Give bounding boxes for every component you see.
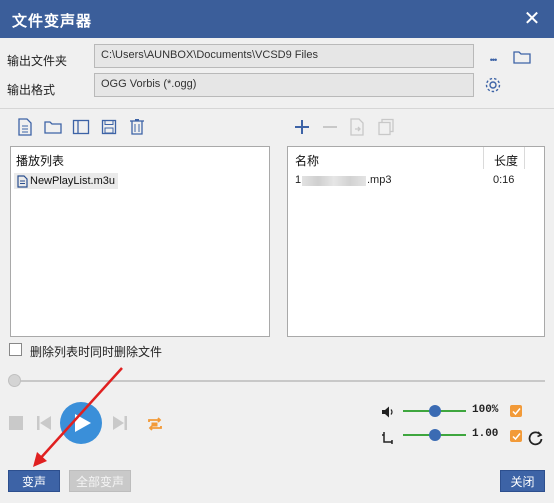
- pitch-icon: [378, 427, 398, 447]
- volume-icon: [378, 402, 398, 422]
- pitch-handle[interactable]: [428, 429, 441, 441]
- morph-button[interactable]: 变声: [8, 470, 60, 492]
- remove-file-icon[interactable]: [320, 117, 340, 137]
- stop-icon[interactable]: [6, 413, 26, 433]
- previous-icon[interactable]: [34, 413, 54, 433]
- seek-track[interactable]: [10, 380, 545, 382]
- open-playlist-icon[interactable]: [43, 117, 63, 137]
- reset-icon[interactable]: [526, 428, 546, 448]
- window-title: 文件变声器: [12, 13, 93, 30]
- add-file-icon[interactable]: [292, 117, 312, 137]
- file-list-panel: 名称 长度 1 .mp3 0:16: [287, 146, 545, 337]
- delete-playlist-icon[interactable]: [127, 117, 147, 137]
- list-item[interactable]: NewPlayList.m3u: [14, 173, 118, 189]
- close-button[interactable]: 关闭: [500, 470, 545, 492]
- output-folder-label: 输出文件夹: [7, 54, 68, 68]
- seek-handle[interactable]: [8, 374, 21, 387]
- playlist-header-label: 播放列表: [16, 154, 65, 168]
- column-name-header[interactable]: 名称: [295, 152, 319, 169]
- delete-files-checkbox[interactable]: [9, 343, 22, 356]
- more-options-icon[interactable]: •••: [483, 50, 503, 70]
- table-row[interactable]: 1 .mp3 0:16: [288, 173, 524, 189]
- rename-playlist-icon[interactable]: [71, 117, 91, 137]
- pitch-value: 1.00: [472, 428, 499, 440]
- save-playlist-icon[interactable]: [99, 117, 119, 137]
- file-name-prefix: 1: [295, 174, 302, 186]
- volume-handle[interactable]: [428, 405, 441, 417]
- play-button[interactable]: [60, 402, 102, 444]
- pitch-checkbox[interactable]: [510, 430, 522, 442]
- volume-checkbox[interactable]: [510, 405, 522, 417]
- next-icon[interactable]: [110, 413, 130, 433]
- playlist-header: 播放列表: [11, 147, 269, 169]
- morph-all-button[interactable]: 全部变声: [69, 470, 131, 492]
- file-list-header: 名称 长度: [288, 147, 544, 169]
- column-length-header[interactable]: 长度: [494, 152, 518, 169]
- playlist-file-icon: [17, 174, 28, 188]
- file-length: 0:16: [493, 174, 515, 186]
- new-playlist-icon[interactable]: [15, 117, 35, 137]
- playlist-panel: 播放列表 NewPlayList.m3u: [10, 146, 270, 337]
- browse-folder-icon[interactable]: [512, 47, 532, 67]
- file-name-suffix: .mp3: [367, 174, 392, 186]
- output-format-field[interactable]: OGG Vorbis (*.ogg): [94, 73, 474, 97]
- column-divider: [524, 147, 525, 169]
- title-bar: 文件变声器 ✕: [0, 0, 554, 38]
- copy-file-icon[interactable]: [376, 117, 396, 137]
- volume-value: 100%: [472, 404, 499, 416]
- file-name-blurred: [302, 176, 366, 186]
- divider: [0, 108, 554, 109]
- close-window-icon[interactable]: ✕: [520, 7, 544, 31]
- export-file-icon[interactable]: [348, 117, 368, 137]
- output-format-label: 输出格式: [7, 83, 56, 97]
- repeat-icon[interactable]: [145, 414, 165, 434]
- format-settings-icon[interactable]: [483, 75, 503, 95]
- delete-files-label: 删除列表时同时删除文件: [30, 345, 163, 359]
- playlist-item-name: NewPlayList.m3u: [30, 175, 115, 187]
- column-divider: [483, 147, 484, 169]
- output-folder-field[interactable]: C:\Users\AUNBOX\Documents\VCSD9 Files: [94, 44, 474, 68]
- play-icon: [74, 413, 92, 433]
